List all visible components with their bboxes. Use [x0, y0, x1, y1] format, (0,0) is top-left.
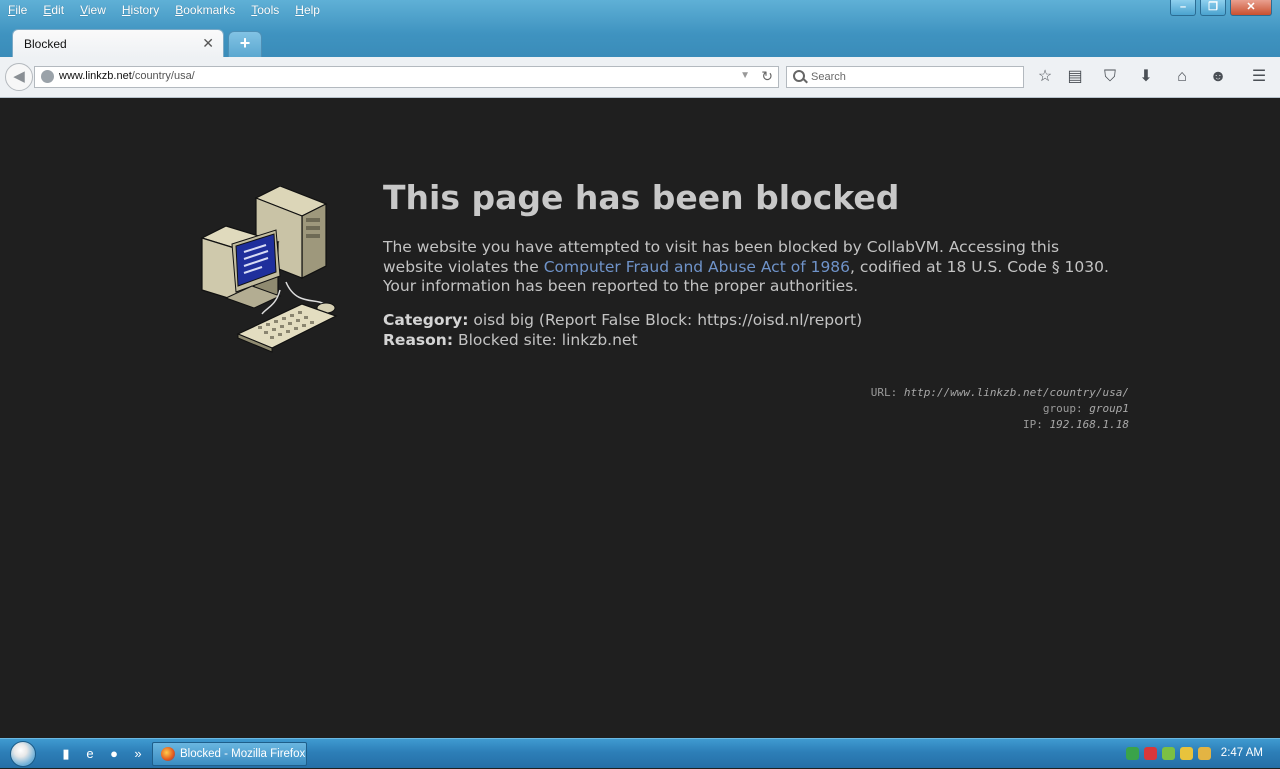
menu-help[interactable]: Help: [287, 0, 328, 20]
search-placeholder: Search: [811, 71, 846, 83]
pocket-icon[interactable]: ⛉: [1100, 67, 1120, 87]
page-content: This page has been blocked The website y…: [0, 98, 1280, 738]
category-label: Category:: [383, 311, 469, 329]
computer-illustration: [200, 186, 338, 353]
tab-title: Blocked: [24, 37, 67, 51]
tab-blocked[interactable]: Blocked ✕: [12, 29, 224, 58]
wand-tray-icon[interactable]: [1198, 747, 1211, 760]
url-text: www.linkzb.net/country/usa/: [59, 70, 195, 82]
arrow-left-icon: ◀: [13, 68, 25, 85]
request-meta: URL: http://www.linkzb.net/country/usa/ …: [871, 385, 1129, 433]
reason-line: Reason: Blocked site: linkzb.net: [383, 331, 862, 351]
reason-value: Blocked site: linkzb.net: [457, 330, 638, 349]
volume-tray-icon[interactable]: [1180, 747, 1193, 760]
meta-ip-label: IP:: [1023, 418, 1043, 431]
meta-url: URL: http://www.linkzb.net/country/usa/: [871, 385, 1129, 401]
bookmark-star-icon[interactable]: ☆: [1035, 67, 1055, 87]
chat-icon[interactable]: ☻: [1208, 67, 1228, 87]
meta-group-value: group1: [1089, 402, 1129, 415]
block-message: The website you have attempted to visit …: [383, 238, 1123, 297]
window-controls: – ❐ ✕: [1170, 0, 1272, 16]
quicklaunch-overflow[interactable]: »: [130, 746, 146, 762]
reload-icon[interactable]: ↻: [761, 68, 773, 85]
menu-view[interactable]: View: [72, 0, 114, 20]
start-button[interactable]: [10, 741, 36, 767]
new-tab-button[interactable]: +: [228, 31, 262, 57]
category-value: oisd big (Report False Block: https://oi…: [473, 311, 863, 329]
search-icon: [793, 70, 805, 82]
reason-label: Reason:: [383, 330, 454, 349]
home-icon[interactable]: ⌂: [1172, 67, 1192, 87]
reading-list-icon[interactable]: ▤: [1065, 67, 1085, 87]
back-button[interactable]: ◀: [5, 63, 33, 91]
menu-bookmarks[interactable]: Bookmarks: [167, 0, 243, 20]
taskbar-item-firefox[interactable]: Blocked - Mozilla Firefox: [152, 742, 307, 766]
meta-url-label: URL:: [870, 386, 898, 399]
download-icon[interactable]: ⬇: [1136, 67, 1156, 87]
url-path: /country/usa/: [131, 70, 195, 82]
category-line: Category: oisd big (Report False Block: …: [383, 311, 862, 331]
globe-icon: [41, 70, 54, 83]
network-tray-icon[interactable]: [1126, 747, 1139, 760]
page-title: This page has been blocked: [383, 178, 900, 217]
menu-bar: File Edit View History Bookmarks Tools H…: [0, 0, 328, 20]
search-bar[interactable]: Search: [786, 66, 1024, 88]
hamburger-menu-icon[interactable]: ☰: [1249, 67, 1269, 87]
tab-close-icon[interactable]: ✕: [202, 35, 214, 52]
meta-ip-value: 192.168.1.18: [1049, 418, 1129, 431]
clock[interactable]: 2:47 AM: [1221, 747, 1263, 759]
url-host: www.linkzb.net: [59, 70, 132, 82]
url-bar[interactable]: www.linkzb.net/country/usa/ ▼ ↻: [34, 66, 779, 88]
menu-file[interactable]: File: [0, 0, 35, 20]
internet-explorer-icon[interactable]: e: [82, 746, 98, 762]
meta-group: group: group1: [871, 401, 1129, 417]
menu-tools[interactable]: Tools: [243, 0, 287, 20]
meta-group-label: group:: [1042, 402, 1083, 415]
cfaa-link[interactable]: Computer Fraud and Abuse Act of 1986: [544, 258, 850, 276]
firefox-icon: [161, 747, 175, 761]
restore-button[interactable]: ❐: [1200, 0, 1226, 16]
navigation-toolbar: ◀ www.linkzb.net/country/usa/ ▼ ↻ Search…: [0, 57, 1280, 98]
explorer-folder-icon[interactable]: ▮: [58, 746, 74, 762]
system-tray: 2:47 AM: [1120, 739, 1280, 769]
taskbar-item-label: Blocked - Mozilla Firefox: [180, 748, 306, 760]
menu-edit[interactable]: Edit: [35, 0, 72, 20]
firefox-quicklaunch-icon[interactable]: ●: [106, 746, 122, 762]
update-tray-icon[interactable]: [1162, 747, 1175, 760]
menu-history[interactable]: History: [114, 0, 167, 20]
security-shield-icon[interactable]: [1144, 747, 1157, 760]
block-details: Category: oisd big (Report False Block: …: [383, 311, 862, 350]
chevron-down-icon[interactable]: ▼: [740, 70, 750, 81]
meta-ip: IP: 192.168.1.18: [871, 417, 1129, 433]
minimize-button[interactable]: –: [1170, 0, 1196, 16]
taskbar: ▮ e ● » Blocked - Mozilla Firefox 2:47 A…: [0, 738, 1280, 768]
window-titlebar: File Edit View History Bookmarks Tools H…: [0, 0, 1280, 58]
close-window-button[interactable]: ✕: [1230, 0, 1272, 16]
meta-url-value: http://www.linkzb.net/country/usa/: [903, 386, 1129, 399]
